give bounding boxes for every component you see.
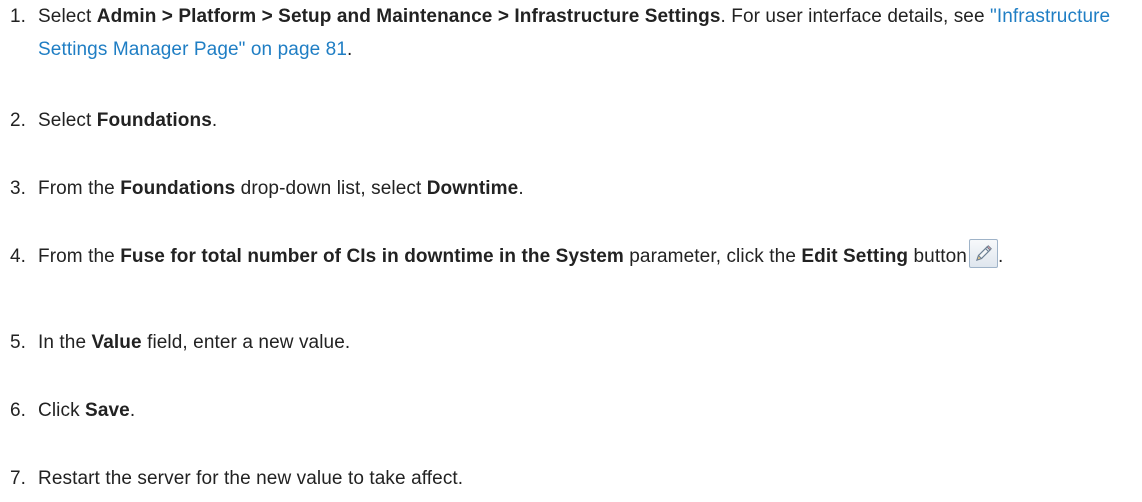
parameter-name: Fuse for total number of CIs in downtime…	[120, 246, 624, 267]
step-text: Click Save.	[38, 394, 1120, 427]
step-7: 7. Restart the server for the new value …	[10, 462, 1120, 495]
step-text-mid: drop-down list, select	[235, 178, 427, 199]
step-6: 6. Click Save.	[10, 394, 1120, 427]
step-number: 5.	[10, 332, 27, 353]
step-text-pre: From the	[38, 246, 121, 267]
step-text: Restart the server for the new value to …	[38, 468, 464, 489]
step-number: 3.	[10, 178, 27, 199]
step-2: 2. Select Foundations.	[10, 104, 1120, 137]
step-text-pre: Click	[38, 400, 86, 421]
step-text-pre: In the	[38, 332, 92, 353]
step-number: 1.	[10, 6, 27, 27]
ui-term: Save	[85, 400, 130, 421]
ui-term: Value	[91, 332, 142, 353]
step-number: 2.	[10, 110, 27, 131]
step-text-post: .	[997, 246, 1004, 267]
procedure-document: 1. Select Admin > Platform > Setup and M…	[0, 0, 1142, 502]
step-4: 4. From the Fuse for total number of CIs…	[10, 239, 1120, 277]
step-text-post: .	[211, 110, 218, 131]
step-1: 1. Select Admin > Platform > Setup and M…	[10, 0, 1120, 66]
step-text-mid: parameter, click the	[623, 246, 802, 267]
step-text-pre: From the	[38, 178, 121, 199]
ui-term-2: Edit Setting	[801, 246, 909, 267]
step-number: 4.	[10, 246, 27, 267]
step-text: Select Foundations.	[38, 104, 1120, 137]
step-5: 5. In the Value field, enter a new value…	[10, 326, 1120, 359]
step-text-post: .	[129, 400, 136, 421]
ui-term: Foundations	[96, 110, 212, 131]
step-text-mid: . For user interface details, see	[720, 6, 991, 27]
step-text: In the Value field, enter a new value.	[38, 326, 1120, 359]
step-text-post: .	[347, 39, 353, 60]
step-text-pre: Select	[38, 6, 97, 27]
pencil-edit-icon	[968, 239, 998, 268]
menu-path: Admin > Platform > Setup and Maintenance…	[96, 6, 721, 27]
step-text: Select Admin > Platform > Setup and Main…	[38, 0, 1120, 66]
step-text: From the Fuse for total number of CIs in…	[38, 236, 1120, 277]
step-text-mid2: button	[908, 246, 967, 267]
step-3: 3. From the Foundations drop-down list, …	[10, 172, 1120, 205]
step-text-post: .	[518, 178, 524, 199]
ui-term-2: Downtime	[426, 178, 519, 199]
step-number: 7.	[10, 468, 27, 489]
ui-term: Foundations	[120, 178, 236, 199]
step-number: 6.	[10, 400, 27, 421]
step-text-pre: Select	[38, 110, 97, 131]
step-text: From the Foundations drop-down list, sel…	[38, 172, 1120, 205]
step-text-post: field, enter a new value.	[141, 332, 351, 353]
